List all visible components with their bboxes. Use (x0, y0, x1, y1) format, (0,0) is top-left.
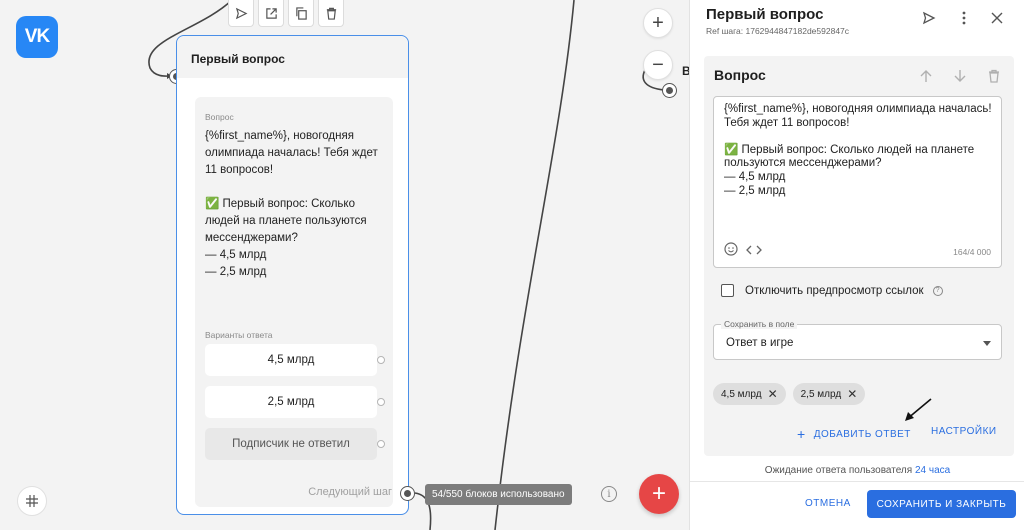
step-settings-panel: Первый вопрос Ref шага: 1762944847182de5… (689, 0, 1024, 530)
node-title: Первый вопрос (177, 36, 408, 78)
node-message-box: Вопрос {%first_name%}, новогодняя олимпи… (195, 97, 393, 507)
copy-icon[interactable] (288, 0, 314, 27)
settings-button[interactable]: НАСТРОЙКИ (931, 426, 997, 437)
info-icon[interactable]: i (601, 486, 617, 502)
next-step-port[interactable] (400, 486, 415, 501)
save-field-value: Ответ в игре (726, 337, 794, 349)
node-message-text: {%first_name%}, новогодняя олимпиада нач… (205, 130, 378, 278)
footer-divider (690, 481, 1024, 482)
remove-chip-icon[interactable]: ✕ (847, 387, 857, 401)
node-option-label: 4,5 млрд (267, 354, 315, 366)
save-close-button[interactable]: СОХРАНИТЬ И ЗАКРЫТЬ (867, 490, 1016, 518)
add-block-button[interactable]: + (639, 474, 679, 514)
section-title: Вопрос (714, 67, 766, 83)
section-tools (916, 67, 1004, 85)
node-message-label: Вопрос (205, 112, 234, 122)
node-options-label: Варианты ответа (205, 330, 273, 340)
node-option-label: Подписчик не ответил (232, 438, 350, 450)
char-counter: 164/4 000 (953, 247, 991, 257)
option-port[interactable] (377, 398, 385, 406)
arrow-down-icon[interactable] (950, 67, 970, 85)
trash-icon[interactable] (318, 0, 344, 27)
editor-toolbar (724, 242, 762, 261)
emoji-icon[interactable] (724, 242, 738, 261)
next-step-label: Следующий шаг (308, 486, 392, 498)
trash-icon[interactable] (984, 67, 1004, 85)
annotation-arrow-icon (905, 398, 932, 421)
node-option[interactable]: 4,5 млрд (205, 344, 385, 376)
option-port[interactable] (377, 440, 385, 448)
vk-logo: VK (16, 16, 58, 58)
plus-icon: + (797, 426, 806, 442)
zoom-out-button[interactable]: − (643, 50, 673, 80)
question-section: Вопрос {%first_name%}, новогодняя олимпи… (704, 56, 1014, 456)
send-icon[interactable] (228, 0, 254, 27)
help-icon[interactable]: ? (932, 285, 943, 296)
settings-label: НАСТРОЙКИ (931, 426, 997, 437)
blocks-usage-badge: 54/550 блоков использовано (425, 484, 572, 505)
close-icon[interactable] (989, 10, 1005, 26)
wait-duration-link[interactable]: 24 часа (915, 465, 950, 476)
chevron-down-icon[interactable] (983, 341, 991, 346)
save-field-select[interactable]: Сохранить в поле Ответ в игре (713, 319, 1002, 360)
node-option-no-answer[interactable]: Подписчик не ответил (205, 428, 385, 460)
save-field-legend: Сохранить в поле (721, 319, 798, 329)
node-option-label: 2,5 млрд (267, 396, 315, 408)
message-editor-text[interactable]: {%first_name%}, новогодняя олимпиада нач… (724, 103, 994, 198)
add-answer-label: ДОБАВИТЬ ОТВЕТ (813, 428, 911, 440)
zoom-in-button[interactable]: + (643, 8, 673, 38)
wire-long (494, 0, 575, 530)
disable-preview-checkbox[interactable] (721, 284, 734, 297)
disable-preview-label: Отключить предпросмотр ссылок (745, 284, 924, 297)
disable-preview-row[interactable]: Отключить предпросмотр ссылок ? (721, 284, 943, 297)
node-option[interactable]: 2,5 млрд (205, 386, 385, 418)
flow-canvas[interactable]: VK Первый вопрос Вопрос {%first_name%}, … (0, 0, 689, 530)
add-answer-button[interactable]: + ДОБАВИТЬ ОТВЕТ (797, 426, 911, 442)
peek-node-port[interactable] (662, 83, 677, 98)
panel-title: Первый вопрос (706, 6, 824, 23)
code-icon[interactable] (746, 243, 762, 261)
more-vert-icon[interactable] (956, 10, 972, 26)
message-editor[interactable]: {%first_name%}, новогодняя олимпиада нач… (713, 96, 1002, 268)
arrow-up-icon[interactable] (916, 67, 936, 85)
peek-node-title: В (682, 64, 689, 78)
wait-text: Ожидание ответа пользователя (764, 465, 913, 476)
answer-chips: 4,5 млрд ✕ 2,5 млрд ✕ (713, 383, 866, 405)
grid-icon[interactable] (17, 486, 47, 516)
answer-chip[interactable]: 4,5 млрд ✕ (713, 383, 786, 405)
open-external-icon[interactable] (258, 0, 284, 27)
send-icon[interactable] (921, 10, 937, 26)
question-node[interactable]: Первый вопрос Вопрос {%first_name%}, нов… (176, 35, 409, 515)
cancel-button[interactable]: ОТМЕНА (805, 498, 851, 509)
option-port[interactable] (377, 356, 385, 364)
answer-chip-label: 4,5 млрд (721, 388, 762, 400)
wait-info: Ожидание ответа пользователя 24 часа (690, 465, 1024, 476)
panel-ref: Ref шага: 1762944847182de592847c (706, 26, 850, 36)
node-toolbar (228, 0, 344, 27)
answer-chip-label: 2,5 млрд (800, 388, 842, 400)
remove-chip-icon[interactable]: ✕ (768, 387, 778, 401)
answer-chip[interactable]: 2,5 млрд ✕ (792, 383, 866, 405)
